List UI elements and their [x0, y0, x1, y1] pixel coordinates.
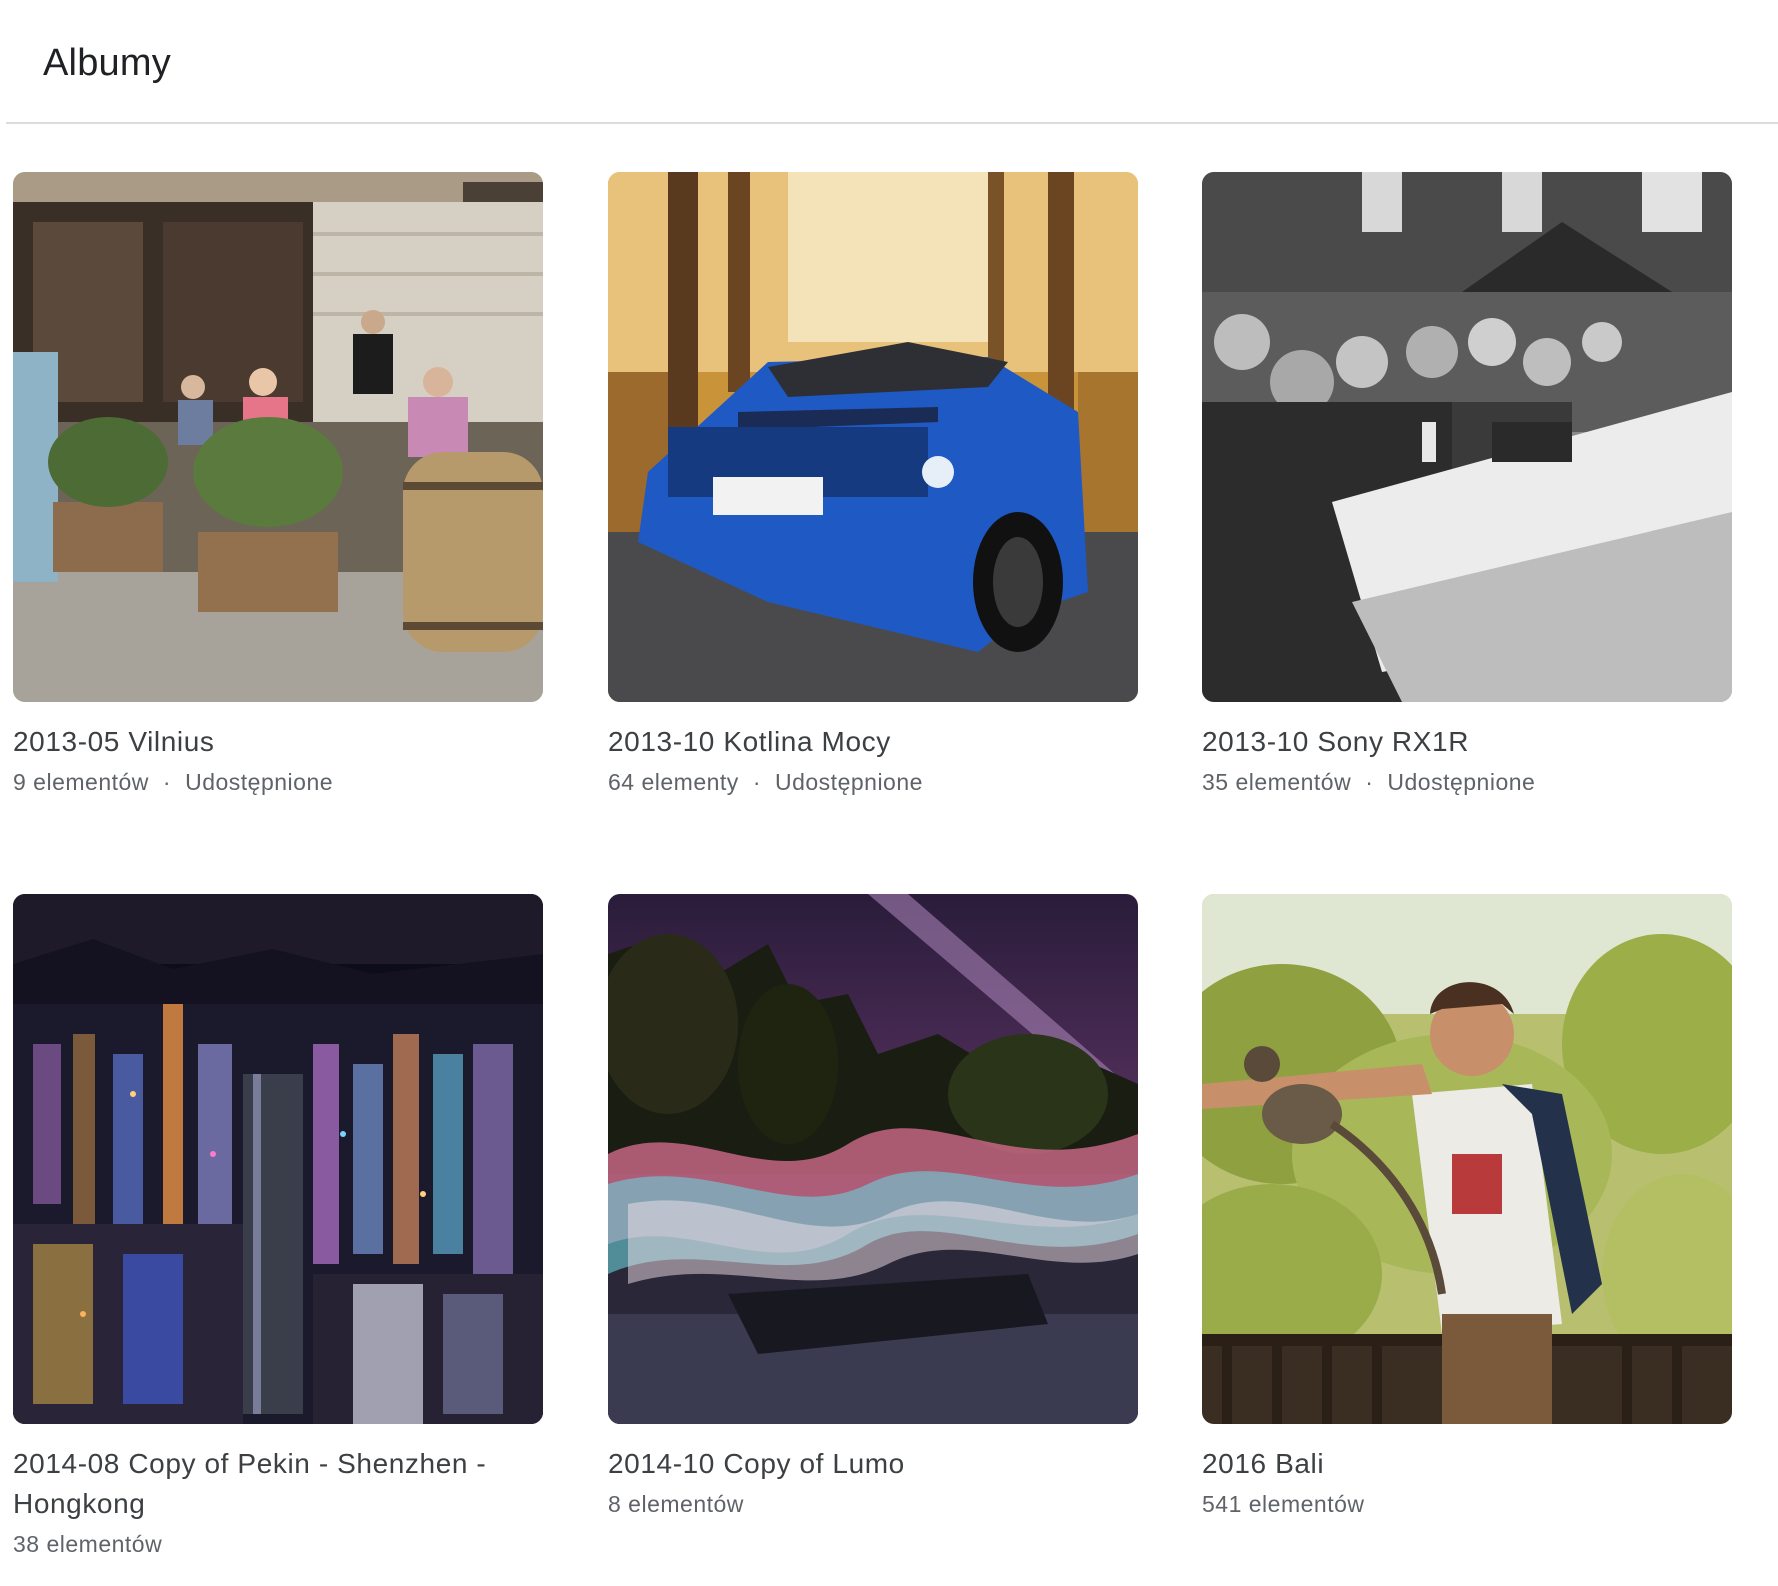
album-meta: 541 elementów [1202, 1488, 1732, 1520]
item-count: 8 elementów [608, 1491, 744, 1517]
album-card[interactable]: 2014-08 Copy of Pekin - Shenzhen - Hongk… [13, 894, 543, 1560]
album-meta: 9 elementów · Udostępnione [13, 766, 543, 798]
separator-dot: · [752, 769, 761, 795]
album-card[interactable]: 2013-10 Sony RX1R 35 elementów · Udostępni… [1202, 172, 1732, 798]
album-card[interactable]: 2014-10 Copy of Lumo 8 elementów [608, 894, 1138, 1520]
item-count: 35 elementów [1202, 769, 1352, 795]
item-count: 38 elementów [13, 1531, 163, 1557]
album-thumbnail[interactable] [1202, 172, 1732, 702]
album-title[interactable]: 2014-10 Copy of Lumo [608, 1444, 1138, 1484]
item-count: 64 elementy [608, 769, 739, 795]
album-title[interactable]: 2013-10 Sony RX1R [1202, 722, 1732, 762]
album-title[interactable]: 2016 Bali [1202, 1444, 1732, 1484]
cafe-terrace-photo [13, 172, 543, 702]
page-title: Albumy [43, 42, 171, 84]
album-thumbnail[interactable] [608, 894, 1138, 1424]
album-card[interactable]: 2016 Bali 541 elementów [1202, 894, 1732, 1520]
album-title[interactable]: 2013-10 Kotlina Mocy [608, 722, 1138, 762]
light-painting-photo [608, 894, 1138, 1424]
man-with-monkey-photo [1202, 894, 1732, 1424]
shared-status: Udostępnione [774, 769, 923, 795]
blue-car-photo [608, 172, 1138, 702]
night-city-photo [13, 894, 543, 1424]
album-card[interactable]: 2013-10 Kotlina Mocy 64 elementy · Udostęp… [608, 172, 1138, 798]
album-title[interactable]: 2014-08 Copy of Pekin - Shenzhen - Hongk… [13, 1444, 543, 1524]
album-card[interactable]: 2013-05 Vilnius 9 elementów · Udostępnione [13, 172, 543, 798]
shared-status: Udostępnione [1387, 769, 1536, 795]
separator-dot: · [1365, 769, 1374, 795]
album-thumbnail[interactable] [608, 172, 1138, 702]
album-meta: 35 elementów · Udostępnione [1202, 766, 1732, 798]
album-thumbnail[interactable] [13, 894, 543, 1424]
page-header: Albumy [6, 0, 1778, 124]
item-count: 541 elementów [1202, 1491, 1365, 1517]
album-title[interactable]: 2013-05 Vilnius [13, 722, 543, 762]
separator-dot: · [162, 769, 172, 795]
album-meta: 64 elementy · Udostępnione [608, 766, 1138, 798]
album-thumbnail[interactable] [1202, 894, 1732, 1424]
album-meta: 38 elementów [13, 1528, 543, 1560]
item-count: 9 elementów [13, 769, 149, 795]
shared-status: Udostępnione [185, 769, 334, 795]
album-meta: 8 elementów [608, 1488, 1138, 1520]
bw-exhibition-photo [1202, 172, 1732, 702]
album-thumbnail[interactable] [13, 172, 543, 702]
